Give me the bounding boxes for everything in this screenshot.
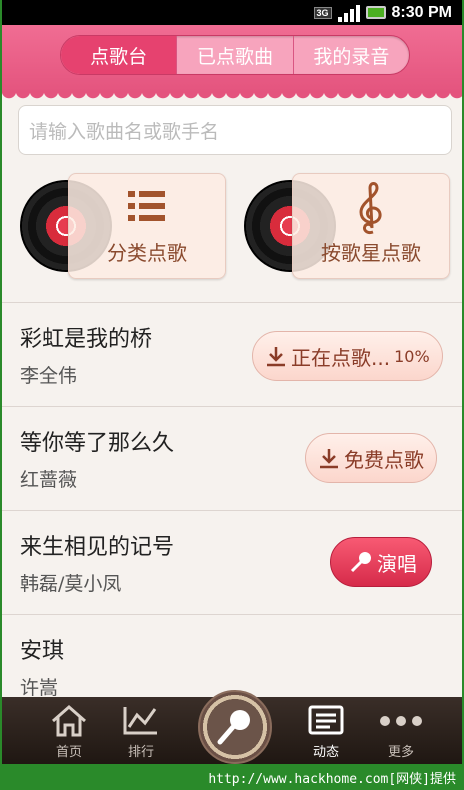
download-progress: 10% <box>394 346 430 366</box>
song-title: 等你等了那么久 <box>20 431 175 456</box>
download-icon <box>267 347 285 367</box>
signal-icon <box>337 4 360 22</box>
free-download-button[interactable]: 免费点歌 <box>305 433 437 483</box>
nav-ranking[interactable]: 排行 <box>106 697 176 764</box>
tab-my-recordings[interactable]: 我的录音 <box>292 36 409 74</box>
category-browse-button[interactable]: 分类点歌 <box>68 173 226 279</box>
downloading-label: 正在点歌... <box>291 345 391 370</box>
sing-button[interactable]: 演唱 <box>330 537 432 587</box>
nav-home[interactable]: 首页 <box>34 697 104 764</box>
microphone-icon <box>350 552 371 573</box>
song-title: 来生相见的记号 <box>20 535 175 560</box>
nav-more-label: 更多 <box>387 745 414 760</box>
nav-more[interactable]: 更多 <box>366 697 436 764</box>
song-artist: 许嵩 <box>20 677 59 699</box>
app-screen: 3G 8:30 PM 点歌台 已点歌曲 我的录音 请输入歌曲名或歌手名 分类点歌… <box>2 0 462 764</box>
network-type-icon: 3G <box>313 6 332 19</box>
battery-icon <box>365 6 386 19</box>
free-download-label: 免费点歌 <box>344 447 424 472</box>
record-button[interactable] <box>198 690 272 764</box>
song-title: 彩虹是我的桥 <box>20 327 153 352</box>
song-artist: 韩磊/莫小凤 <box>20 573 122 595</box>
status-bar: 3G 8:30 PM <box>2 0 462 25</box>
downloading-button[interactable]: 正在点歌... 10% <box>252 331 443 381</box>
artist-browse-label: 按歌星点歌 <box>321 241 421 265</box>
category-browse-label: 分类点歌 <box>107 241 187 265</box>
sing-label: 演唱 <box>377 551 417 576</box>
watermark-text: http://www.hackhome.com[网侠]提供 <box>208 771 456 787</box>
download-icon <box>320 449 338 469</box>
song-artist: 李全伟 <box>20 365 78 387</box>
tab-requested-songs[interactable]: 已点歌曲 <box>176 36 292 74</box>
tab-song-station[interactable]: 点歌台 <box>61 36 177 74</box>
header: 点歌台 已点歌曲 我的录音 <box>2 25 462 101</box>
song-row[interactable]: 来生相见的记号 韩磊/莫小凤 演唱 <box>2 510 462 614</box>
clock: 8:30 PM <box>391 3 452 21</box>
microphone-icon <box>217 710 250 745</box>
song-row[interactable]: 等你等了那么久 红蔷薇 免费点歌 <box>2 406 462 510</box>
song-title: 安琪 <box>20 639 65 664</box>
song-artist: 红蔷薇 <box>20 469 78 491</box>
treble-clef-icon <box>359 182 382 234</box>
home-icon <box>52 705 86 737</box>
nav-feed-label: 动态 <box>312 745 339 760</box>
song-row[interactable]: 彩虹是我的桥 李全伟 正在点歌... 10% <box>2 302 462 406</box>
chart-icon <box>123 707 157 735</box>
nav-ranking-label: 排行 <box>127 745 154 760</box>
more-icon <box>380 716 422 726</box>
news-icon <box>308 705 344 735</box>
nav-home-label: 首页 <box>55 745 82 760</box>
artist-browse-button[interactable]: 按歌星点歌 <box>292 173 450 279</box>
list-icon <box>128 191 165 221</box>
tab-bar: 点歌台 已点歌曲 我的录音 <box>60 35 410 75</box>
search-input[interactable]: 请输入歌曲名或歌手名 <box>18 105 452 155</box>
nav-feed[interactable]: 动态 <box>291 697 361 764</box>
